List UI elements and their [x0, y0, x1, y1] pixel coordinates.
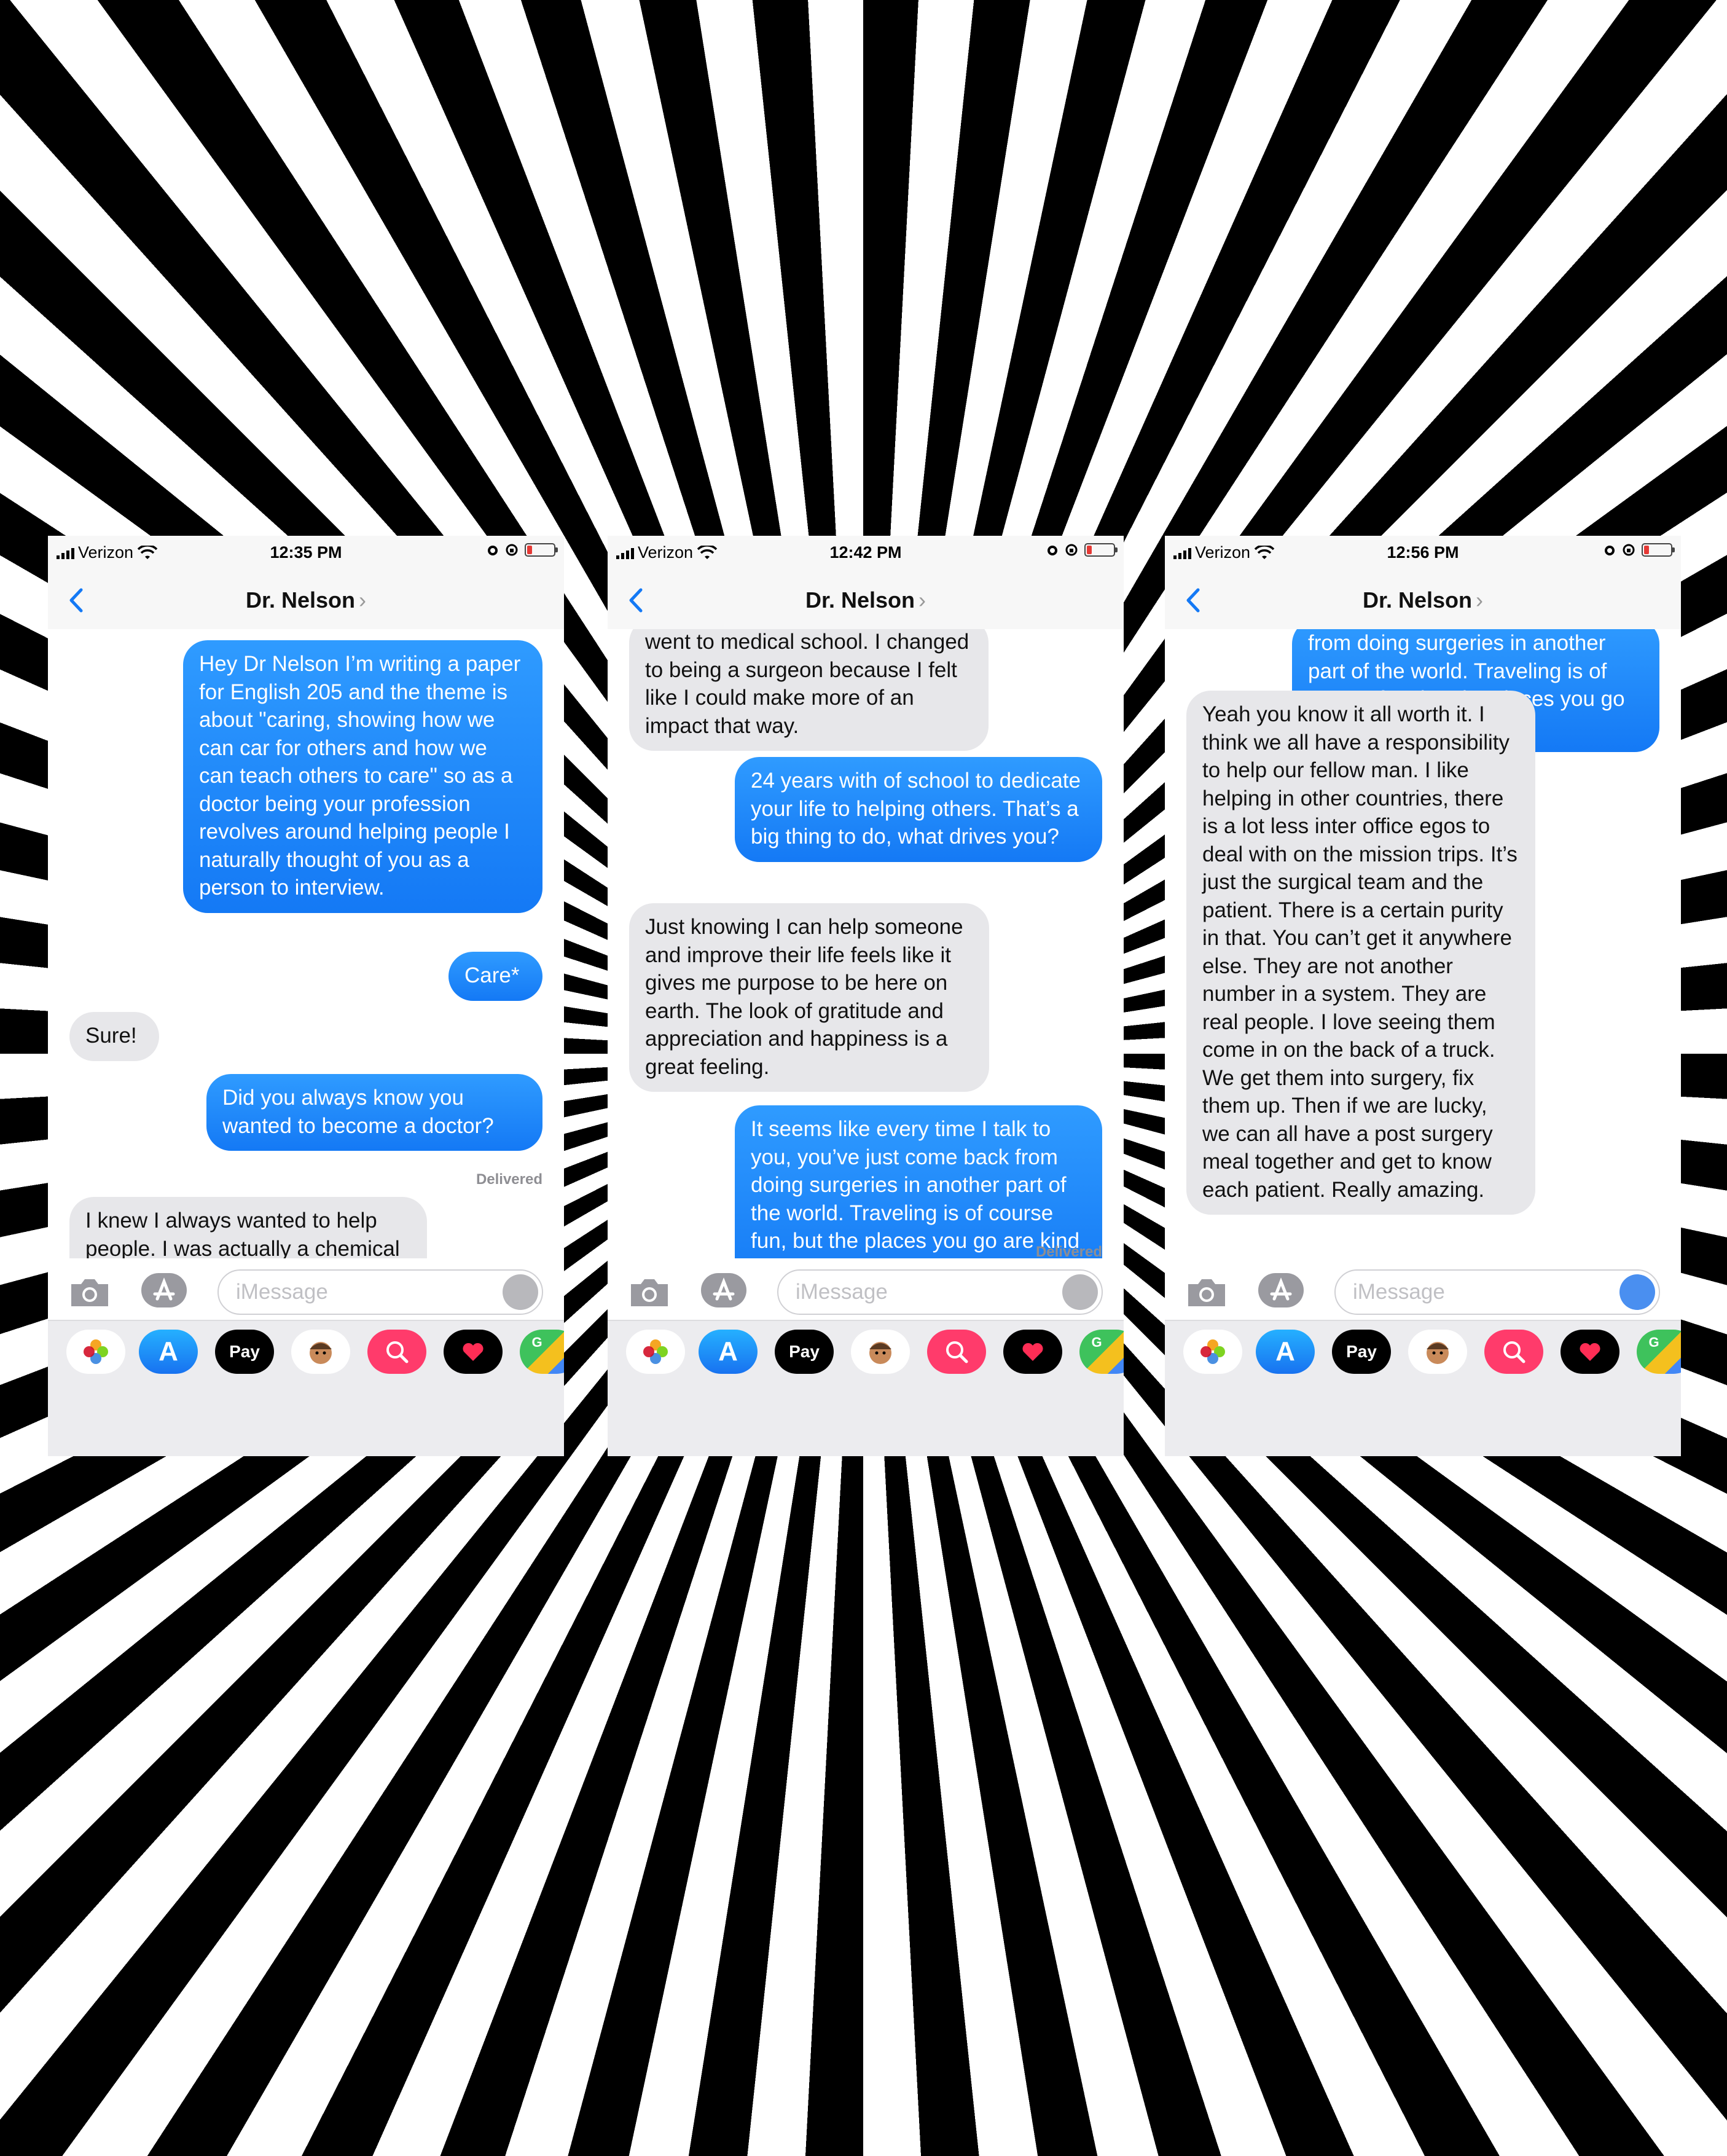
alarm-icon [1605, 546, 1615, 555]
compose-bar: iMessage [1165, 1258, 1681, 1320]
conversation-header: Dr. Nelson › [48, 570, 564, 630]
outgoing-message[interactable]: Hey Dr Nelson I’m writing a paper for En… [183, 640, 542, 913]
contact-name: Dr. Nelson [245, 587, 356, 613]
app-store-icon[interactable]: A [139, 1330, 198, 1374]
contact-name-button[interactable]: Dr. Nelson › [608, 587, 1124, 613]
audio-message-icon[interactable] [1619, 1274, 1655, 1310]
message-input-placeholder: iMessage [1353, 1280, 1445, 1304]
contact-name: Dr. Nelson [1362, 587, 1473, 613]
incoming-message[interactable]: Just knowing I can help someone and impr… [629, 903, 989, 1092]
contact-name-button[interactable]: Dr. Nelson › [1165, 587, 1681, 613]
incoming-message[interactable]: I knew I always wanted to help people. I… [69, 1197, 427, 1258]
maps-icon[interactable]: G [1079, 1330, 1124, 1374]
battery-icon [525, 543, 558, 557]
incoming-message[interactable]: Yeah you know it all worth it. I think w… [1186, 691, 1535, 1215]
conversation-header: Dr. Nelson › [608, 570, 1124, 630]
alarm-icon [488, 546, 498, 555]
maps-icon[interactable]: G [1637, 1330, 1681, 1374]
apple-pay-icon[interactable]: Pay [775, 1330, 834, 1374]
digital-touch-icon[interactable] [1561, 1330, 1619, 1374]
compose-bar: iMessage [608, 1258, 1124, 1320]
app-store-icon[interactable]: A [699, 1330, 758, 1374]
imessage-app-drawer: A Pay G [48, 1320, 564, 1456]
apple-pay-label: Pay [1346, 1342, 1377, 1361]
apple-pay-label: Pay [789, 1342, 820, 1361]
message-input-placeholder: iMessage [796, 1280, 888, 1304]
contact-name: Dr. Nelson [805, 587, 915, 613]
message-thread[interactable]: went to medical school. I changed to bei… [608, 629, 1124, 1258]
web-search-icon[interactable] [927, 1330, 986, 1374]
chevron-right-icon: › [1476, 587, 1484, 613]
digital-touch-icon[interactable] [1003, 1330, 1062, 1374]
orientation-lock-icon [1065, 544, 1078, 556]
delivered-receipt: Delivered [1035, 1244, 1102, 1258]
outgoing-message[interactable]: Care* [448, 952, 542, 1001]
digital-touch-icon[interactable] [444, 1330, 503, 1374]
messages-screenshot-2: Verizon 12:42 PM Dr. Nelson › went to med… [608, 536, 1124, 1456]
message-thread[interactable]: from doing surgeries in another part of … [1165, 629, 1681, 1258]
status-bar: Verizon 12:42 PM [608, 536, 1124, 570]
delivered-receipt: Delivered [476, 1171, 542, 1188]
camera-icon[interactable] [1185, 1276, 1229, 1310]
incoming-message[interactable]: Sure! [69, 1012, 159, 1061]
message-input-placeholder: iMessage [236, 1280, 328, 1304]
contact-name-button[interactable]: Dr. Nelson › [48, 587, 564, 613]
camera-icon[interactable] [627, 1276, 672, 1310]
compose-bar: iMessage [48, 1258, 564, 1320]
incoming-message[interactable]: went to medical school. I changed to bei… [629, 629, 989, 751]
app-store-icon[interactable] [140, 1272, 188, 1309]
outgoing-message[interactable]: It seems like every time I talk to you, … [735, 1105, 1102, 1258]
app-store-icon[interactable] [700, 1272, 748, 1309]
conversation-header: Dr. Nelson › [1165, 570, 1681, 630]
memoji-icon[interactable] [1408, 1330, 1467, 1374]
maps-icon[interactable]: G [520, 1330, 564, 1374]
web-search-icon[interactable] [367, 1330, 426, 1374]
photos-icon[interactable] [1183, 1330, 1242, 1374]
imessage-app-drawer: A Pay G [608, 1320, 1124, 1456]
imessage-app-drawer: A Pay G [1165, 1320, 1681, 1456]
app-store-icon[interactable] [1257, 1272, 1305, 1309]
message-thread[interactable]: Hey Dr Nelson I’m writing a paper for En… [48, 629, 564, 1258]
outgoing-message[interactable]: Did you always know you wanted to become… [206, 1074, 542, 1151]
audio-message-icon[interactable] [1062, 1274, 1098, 1310]
photos-icon[interactable] [66, 1330, 125, 1374]
app-store-icon[interactable]: A [1256, 1330, 1315, 1374]
apple-pay-icon[interactable]: Pay [1332, 1330, 1391, 1374]
message-input[interactable]: iMessage [1334, 1269, 1660, 1315]
apple-pay-label: Pay [229, 1342, 260, 1361]
battery-icon [1084, 543, 1118, 557]
web-search-icon[interactable] [1484, 1330, 1543, 1374]
battery-icon [1642, 543, 1675, 557]
status-bar: Verizon 12:35 PM [48, 536, 564, 570]
outgoing-message[interactable]: 24 years with of school to dedicate your… [735, 757, 1102, 862]
orientation-lock-icon [1623, 544, 1635, 556]
memoji-icon[interactable] [851, 1330, 910, 1374]
alarm-icon [1048, 546, 1057, 555]
message-input[interactable]: iMessage [777, 1269, 1103, 1315]
camera-icon[interactable] [68, 1276, 112, 1310]
status-bar: Verizon 12:56 PM [1165, 536, 1681, 570]
memoji-icon[interactable] [291, 1330, 350, 1374]
message-input[interactable]: iMessage [217, 1269, 543, 1315]
chevron-right-icon: › [359, 587, 367, 613]
orientation-lock-icon [506, 544, 518, 556]
apple-pay-icon[interactable]: Pay [215, 1330, 274, 1374]
audio-message-icon[interactable] [503, 1274, 538, 1310]
messages-screenshot-3: Verizon 12:56 PM Dr. Nelson › from doing … [1165, 536, 1681, 1456]
messages-screenshot-1: Verizon 12:35 PM Dr. Nelson › Hey Dr Nels… [48, 536, 564, 1456]
chevron-right-icon: › [918, 587, 926, 613]
photos-icon[interactable] [626, 1330, 685, 1374]
